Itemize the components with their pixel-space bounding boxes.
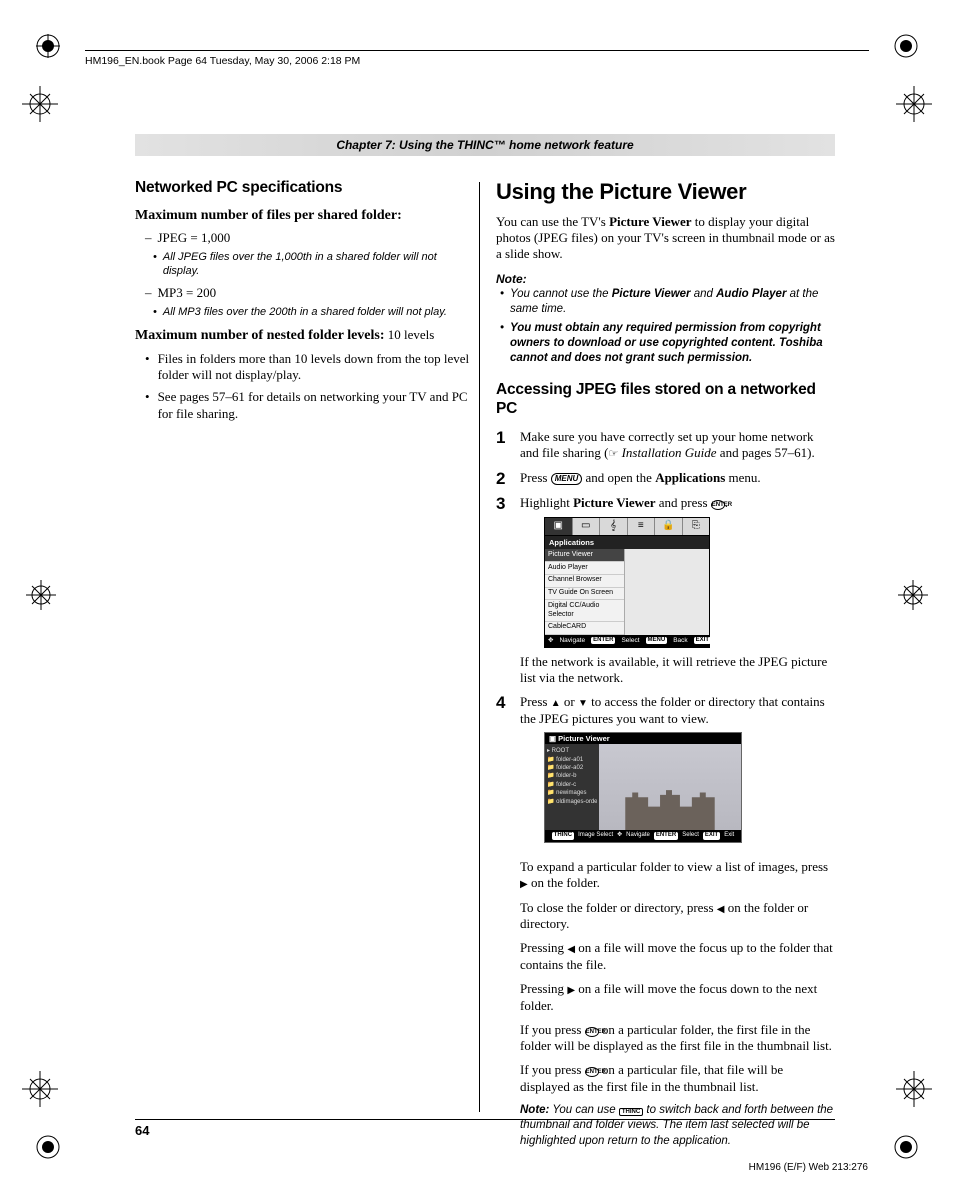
menu-item: CableCARD [545,622,624,635]
paragraph: If the network is available, it will ret… [520,654,835,687]
regmark-icon [894,34,918,58]
right-column: Using the Picture Viewer You can use the… [496,178,835,1149]
tab-icon: ⎘ [683,518,710,535]
tab-icon: ▣ [545,518,573,535]
tab-icon: ≡ [628,518,656,535]
left-arrow-icon: ◀ [567,944,575,955]
value: 10 levels [388,327,435,342]
hand-icon: ☞ [608,448,618,460]
right-arrow-icon: ▶ [520,879,528,890]
right-arrow-icon: ▶ [567,985,575,996]
note-text: All JPEG files over the 1,000th in a sha… [163,250,474,279]
note-paragraph: Note: You can use THINC to switch back a… [520,1103,835,1150]
note-list: •You cannot use the Picture Viewer and A… [496,287,835,366]
note-text: All MP3 files over the 200th in a shared… [163,305,447,319]
menu-header: Applications [545,536,709,549]
menu-footer: ✥Navigate ENTERSelect MENUBack EXITExit [545,635,709,647]
paragraph: Pressing ▶ on a file will move the focus… [520,981,835,1014]
paragraph: If you press ENTER on a particular file,… [520,1062,835,1095]
paragraph: To expand a particular folder to view a … [520,859,835,892]
list-item: JPEG = 1,000 [158,230,231,246]
step-1: 1 Make sure you have correctly set up yo… [496,429,835,462]
crosshair-icon [22,1071,58,1107]
list-item: MP3 = 200 [158,285,217,301]
applications-menu-screenshot: ▣ ▭ 𝄞 ≡ 🔒 ⎘ Applications Picture Viewer … [544,517,710,648]
crosshair-icon [896,86,932,122]
thinc-button-icon: THINC [619,1108,643,1116]
regmark-icon [894,1135,918,1159]
left-column: Networked PC specifications Maximum numb… [135,178,474,1149]
regmark-icon [36,1135,60,1159]
menu-item: TV Guide On Screen [545,588,624,601]
crosshair-icon [898,580,928,610]
header-meta: HM196_EN.book Page 64 Tuesday, May 30, 2… [85,50,869,67]
crosshair-icon [896,1071,932,1107]
preview-image [599,744,741,830]
footer-meta: HM196 (E/F) Web 213:276 [749,1162,868,1173]
enter-button-icon: ENTER [711,500,725,510]
section-title: Using the Picture Viewer [496,178,835,206]
crosshair-icon [26,580,56,610]
list-item: See pages 57–61 for details on networkin… [158,389,474,422]
left-arrow-icon: ◀ [717,904,725,915]
up-arrow-icon: ▲ [551,698,561,709]
tab-icon: 𝄞 [600,518,628,535]
menu-item: Audio Player [545,562,624,575]
regmark-icon [36,34,60,58]
down-arrow-icon: ▼ [578,698,588,709]
menu-item: Channel Browser [545,575,624,588]
paragraph: You can use the TV's Picture Viewer to d… [496,214,835,263]
enter-button-icon: ENTER [585,1027,599,1037]
tab-icon: ▭ [573,518,601,535]
section-heading: Accessing JPEG files stored on a network… [496,380,835,419]
sub-heading: Maximum number of files per shared folde… [135,207,474,225]
step-3: 3 Highlight Picture Viewer and press ENT… [496,495,835,687]
step-2: 2 Press MENU and open the Applications m… [496,470,835,487]
step-4: 4 Press ▲ or ▼ to access the folder or d… [496,694,835,851]
crosshair-icon [22,86,58,122]
list: –JPEG = 1,000 [135,230,474,246]
enter-button-icon: ENTER [585,1067,599,1077]
page: HM196_EN.book Page 64 Tuesday, May 30, 2… [0,0,954,1193]
pv-footer: THINCImage Select ✥Navigate ENTERSelect … [545,830,741,842]
menu-button-icon: MENU [551,473,583,485]
note-label: Note: [496,272,835,287]
picture-viewer-screenshot: ▣ Picture Viewer ▸ ROOT 📁 folder-a01 📁 f… [544,732,742,843]
list-item: Files in folders more than 10 levels dow… [158,351,474,384]
menu-item: Picture Viewer [545,549,624,562]
tab-icon: 🔒 [655,518,683,535]
sub-heading: Maximum number of nested folder levels: [135,328,385,343]
paragraph: To close the folder or directory, press … [520,900,835,933]
page-number: 64 [135,1123,149,1138]
footer-rule [135,1119,835,1120]
content: Networked PC specifications Maximum numb… [135,178,835,1149]
section-heading: Networked PC specifications [135,178,474,197]
folder-tree: ▸ ROOT 📁 folder-a01 📁 folder-a02 📁 folde… [545,744,599,830]
paragraph: Pressing ◀ on a file will move the focus… [520,940,835,973]
menu-item: Digital CC/Audio Selector [545,600,624,622]
paragraph: If you press ENTER on a particular folde… [520,1022,835,1055]
chapter-title: Chapter 7: Using the THINC™ home network… [135,134,835,156]
